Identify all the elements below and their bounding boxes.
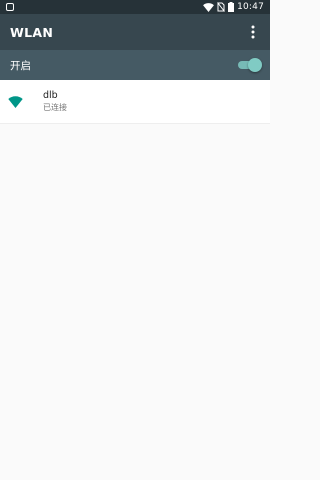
notification-icon [6, 3, 14, 11]
app-bar: WLAN [0, 14, 270, 50]
no-sim-icon [217, 2, 225, 12]
wifi-signal-icon [203, 2, 214, 12]
network-status: 已连接 [43, 103, 67, 112]
clock: 10:47 [237, 2, 264, 12]
more-vert-icon[interactable] [246, 22, 260, 42]
status-bar: 10:47 [0, 0, 270, 14]
network-item-dlb[interactable]: dlb 已连接 [0, 80, 270, 124]
battery-icon [228, 2, 235, 12]
wlan-toggle[interactable] [238, 58, 262, 72]
toggle-thumb [248, 58, 262, 72]
wifi-signal-icon [8, 95, 24, 109]
switch-label: 开启 [10, 59, 31, 72]
network-list: dlb 已连接 [0, 80, 270, 124]
network-name: dlb [43, 90, 58, 101]
wlan-switch-bar[interactable]: 开启 [0, 50, 270, 80]
page-title: WLAN [10, 24, 54, 40]
